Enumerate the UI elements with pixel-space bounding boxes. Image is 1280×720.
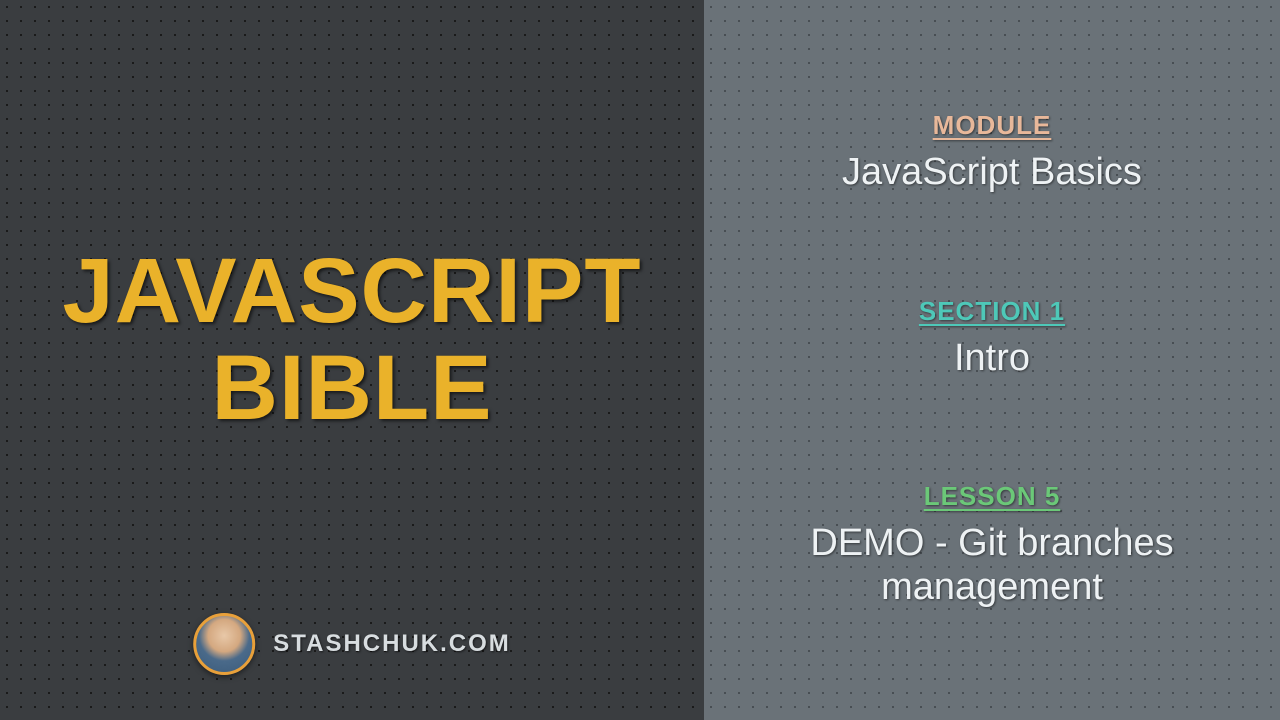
lesson-block: LESSON 5 DEMO - Git branches management xyxy=(734,481,1250,609)
site-name: STASHCHUK.COM xyxy=(273,630,511,658)
lesson-label: LESSON 5 xyxy=(734,481,1250,512)
footer: STASHCHUK.COM xyxy=(193,613,511,675)
lesson-value: DEMO - Git branches management xyxy=(734,522,1250,609)
title-line-2: BIBLE xyxy=(62,340,641,437)
left-panel: JAVASCRIPT BIBLE STASHCHUK.COM xyxy=(0,0,704,720)
module-block: MODULE JavaScript Basics xyxy=(842,110,1142,195)
title-line-1: JAVASCRIPT xyxy=(62,243,641,340)
course-title: JAVASCRIPT BIBLE xyxy=(62,243,641,436)
section-label: SECTION 1 xyxy=(919,296,1065,327)
right-panel: MODULE JavaScript Basics SECTION 1 Intro… xyxy=(704,0,1280,720)
author-avatar xyxy=(193,613,255,675)
section-value: Intro xyxy=(919,337,1065,381)
section-block: SECTION 1 Intro xyxy=(919,296,1065,381)
module-value: JavaScript Basics xyxy=(842,151,1142,195)
module-label: MODULE xyxy=(842,110,1142,141)
